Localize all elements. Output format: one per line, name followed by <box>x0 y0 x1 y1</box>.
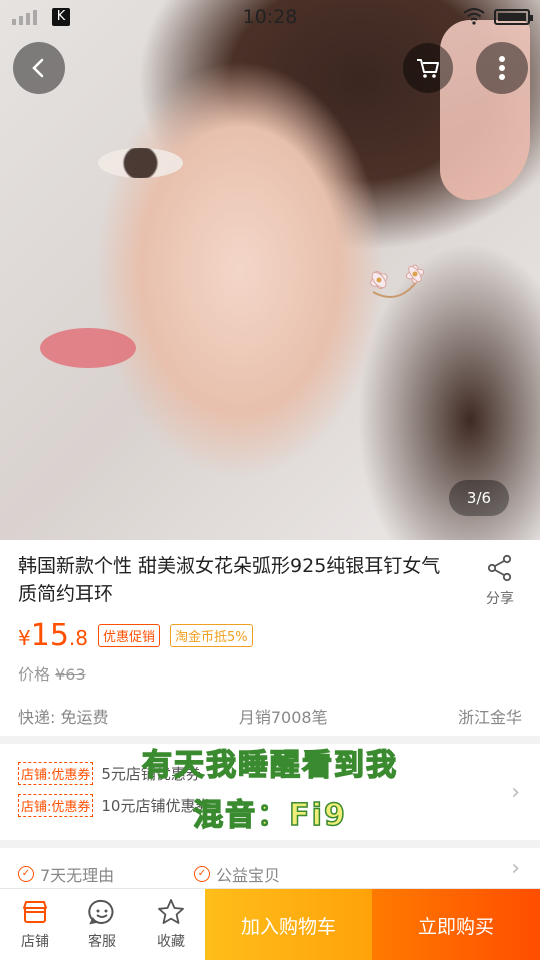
status-bar: K 10:28 <box>0 0 540 34</box>
buy-now-button[interactable]: 立即购买 <box>372 889 540 960</box>
cart-button[interactable] <box>403 43 453 93</box>
shop-label: 店铺 <box>21 934 49 950</box>
bottom-action-bar: 店铺 客服 收藏 加入购物车 立即购买 <box>0 888 540 960</box>
product-info: 韩国新款个性 甜美淑女花朵弧形925纯银耳钉女气质简约耳环 分享 ¥15.8 优… <box>0 540 540 736</box>
shop-button[interactable]: 店铺 <box>1 897 69 951</box>
more-vertical-icon <box>499 56 505 80</box>
promo-tag: 优惠促销 <box>98 624 161 647</box>
monthly-sales: 月销7008笔 <box>238 708 328 727</box>
favorite-button[interactable]: 收藏 <box>137 897 205 951</box>
share-label: 分享 <box>486 591 514 607</box>
status-time: 10:28 <box>242 6 298 28</box>
share-icon <box>487 554 512 582</box>
favorite-label: 收藏 <box>157 934 185 950</box>
shop-icon <box>23 901 47 923</box>
overlay-caption-1: 有天我睡醒看到我 <box>141 747 398 784</box>
service-label: 客服 <box>88 934 116 950</box>
check-circle-icon: ✓ <box>194 866 210 882</box>
share-button[interactable]: 分享 <box>470 554 530 608</box>
original-price: 价格 ¥63 <box>18 665 86 684</box>
customer-service-button[interactable]: 客服 <box>68 897 136 951</box>
add-to-cart-button[interactable]: 加入购物车 <box>205 889 372 960</box>
wifi-icon <box>463 8 485 25</box>
product-image[interactable]: 3/6 <box>0 0 540 540</box>
product-title: 韩国新款个性 甜美淑女花朵弧形925纯银耳钉女气质简约耳环 <box>18 555 441 605</box>
chat-face-icon <box>88 899 114 925</box>
current-price: ¥15.8 <box>18 618 89 653</box>
price-row: ¥15.8 优惠促销 淘金币抵5% <box>18 618 253 653</box>
service-item: ✓ 公益宝贝 <box>194 862 280 886</box>
shipping-info: 快递: 免运费 <box>18 708 109 727</box>
image-pager: 3/6 <box>449 480 509 516</box>
model-eye <box>98 148 183 178</box>
cart-icon <box>417 59 439 78</box>
star-icon <box>158 899 184 924</box>
overlay-caption-2: 混音：Fi9 <box>192 797 347 834</box>
battery-icon <box>494 9 533 25</box>
back-button[interactable] <box>13 42 65 94</box>
service-section[interactable]: ✓ 7天无理由 ✓ 公益宝贝 › <box>0 848 540 890</box>
model-lips <box>40 328 136 368</box>
meta-row: 快递: 免运费 月销7008笔 浙江金华 <box>18 704 522 728</box>
coin-tag: 淘金币抵5% <box>170 624 253 647</box>
service-item: ✓ 7天无理由 <box>18 862 114 886</box>
more-button[interactable] <box>476 42 528 94</box>
ship-location: 浙江金华 <box>457 708 522 727</box>
chevron-left-icon <box>32 58 44 78</box>
flower-earring <box>370 264 425 298</box>
chevron-right-icon: › <box>511 856 520 881</box>
check-circle-icon: ✓ <box>18 866 34 882</box>
